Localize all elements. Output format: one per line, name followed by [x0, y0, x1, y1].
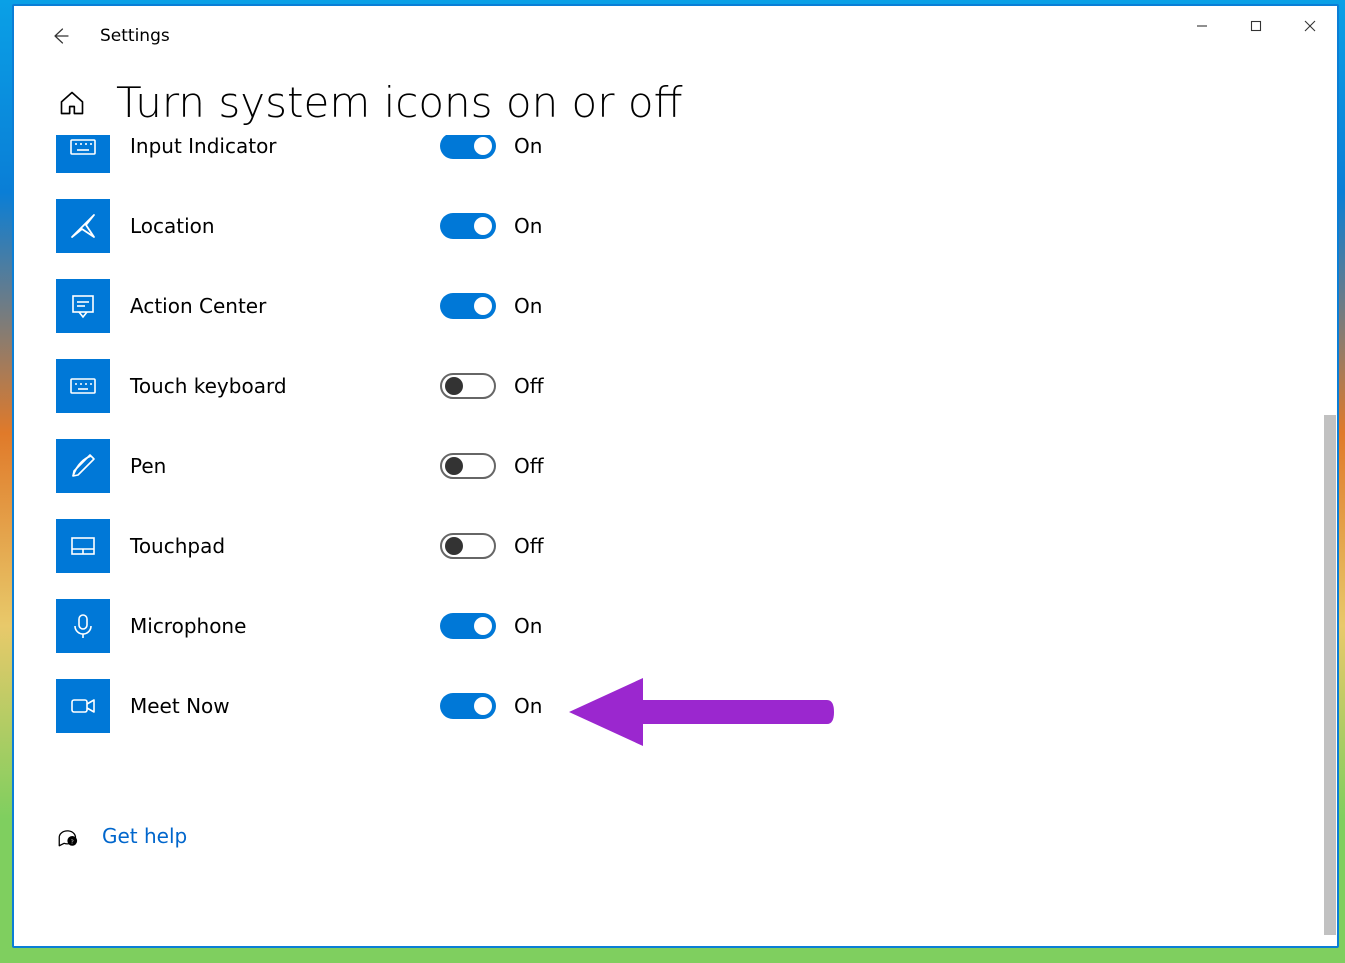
toggle-group: On	[440, 213, 542, 239]
toggle-state-label: Off	[514, 374, 544, 398]
content-scroll-area[interactable]: Input IndicatorOnLocationOnAction Center…	[14, 135, 1337, 946]
maximize-icon	[1250, 20, 1262, 32]
setting-label: Location	[130, 214, 440, 238]
arrow-left-icon	[50, 26, 70, 46]
page-title: Turn system icons on or off	[116, 78, 683, 127]
home-button[interactable]	[56, 87, 88, 119]
title-bar: Settings	[14, 6, 1337, 66]
location-icon	[56, 199, 110, 253]
toggle-switch[interactable]	[440, 613, 496, 639]
toggle-knob	[445, 457, 463, 475]
toggle-group: On	[440, 693, 542, 719]
touch-keyboard-icon	[56, 359, 110, 413]
setting-label: Pen	[130, 454, 440, 478]
minimize-icon	[1196, 20, 1208, 32]
settings-list: Input IndicatorOnLocationOnAction Center…	[56, 135, 1337, 889]
toggle-state-label: On	[514, 294, 542, 318]
help-row: Get help	[56, 823, 1337, 849]
setting-row: Touchpad Off	[56, 519, 1337, 573]
close-button[interactable]	[1283, 6, 1337, 46]
touchpad-icon	[56, 519, 110, 573]
keyboard-icon	[56, 135, 110, 173]
scrollbar-track[interactable]	[1323, 135, 1337, 946]
setting-label: Action Center	[130, 294, 440, 318]
toggle-switch[interactable]	[440, 693, 496, 719]
toggle-group: On	[440, 135, 542, 159]
toggle-group: Off	[440, 373, 544, 399]
get-help-link[interactable]: Get help	[102, 824, 187, 848]
scrollbar-thumb[interactable]	[1324, 415, 1336, 935]
app-title: Settings	[100, 26, 170, 46]
toggle-knob	[474, 137, 492, 155]
toggle-knob	[474, 297, 492, 315]
window-controls	[1175, 6, 1337, 46]
toggle-group: On	[440, 293, 542, 319]
toggle-group: Off	[440, 453, 544, 479]
toggle-state-label: Off	[514, 534, 544, 558]
settings-window: Settings Turn system icons on or off	[12, 4, 1339, 948]
setting-row: Location On	[56, 199, 1337, 253]
setting-row: Input Indicator On	[56, 135, 1337, 173]
toggle-group: On	[440, 613, 542, 639]
toggle-switch[interactable]	[440, 213, 496, 239]
toggle-state-label: Off	[514, 454, 544, 478]
home-icon	[58, 89, 86, 117]
setting-label: Touchpad	[130, 534, 440, 558]
page-header: Turn system icons on or off	[14, 66, 1337, 135]
maximize-button[interactable]	[1229, 6, 1283, 46]
toggle-switch[interactable]	[440, 373, 496, 399]
pen-icon	[56, 439, 110, 493]
toggle-knob	[474, 697, 492, 715]
toggle-switch[interactable]	[440, 293, 496, 319]
toggle-knob	[474, 217, 492, 235]
toggle-knob	[445, 537, 463, 555]
setting-label: Input Indicator	[130, 135, 440, 158]
minimize-button[interactable]	[1175, 6, 1229, 46]
action-center-icon	[56, 279, 110, 333]
toggle-knob	[474, 617, 492, 635]
toggle-group: Off	[440, 533, 544, 559]
toggle-switch[interactable]	[440, 453, 496, 479]
toggle-switch[interactable]	[440, 533, 496, 559]
setting-label: Touch keyboard	[130, 374, 440, 398]
close-icon	[1304, 20, 1316, 32]
setting-label: Microphone	[130, 614, 440, 638]
setting-row: Touch keyboard Off	[56, 359, 1337, 413]
setting-row: Pen Off	[56, 439, 1337, 493]
setting-row: Action Center On	[56, 279, 1337, 333]
microphone-icon	[56, 599, 110, 653]
toggle-state-label: On	[514, 135, 542, 158]
meet-now-icon	[56, 679, 110, 733]
back-button[interactable]	[42, 18, 78, 54]
toggle-switch[interactable]	[440, 135, 496, 159]
toggle-knob	[445, 377, 463, 395]
setting-label: Meet Now	[130, 694, 440, 718]
toggle-state-label: On	[514, 214, 542, 238]
setting-row: Meet Now On	[56, 679, 1337, 733]
setting-row: Microphone On	[56, 599, 1337, 653]
toggle-state-label: On	[514, 614, 542, 638]
help-icon	[56, 823, 82, 849]
toggle-state-label: On	[514, 694, 542, 718]
